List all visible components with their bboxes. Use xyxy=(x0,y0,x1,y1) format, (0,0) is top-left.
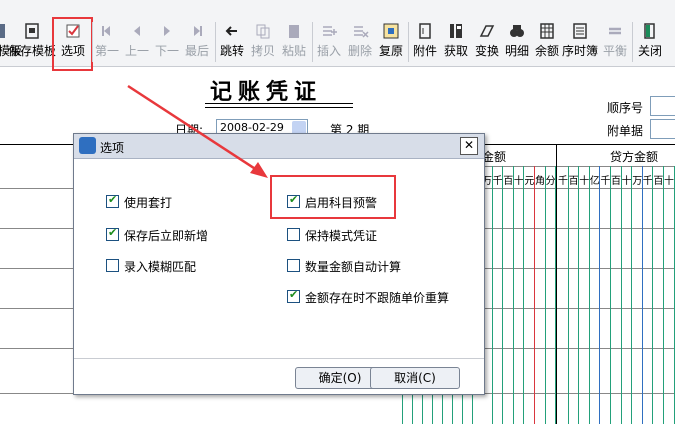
annotation-arrow xyxy=(127,84,268,178)
